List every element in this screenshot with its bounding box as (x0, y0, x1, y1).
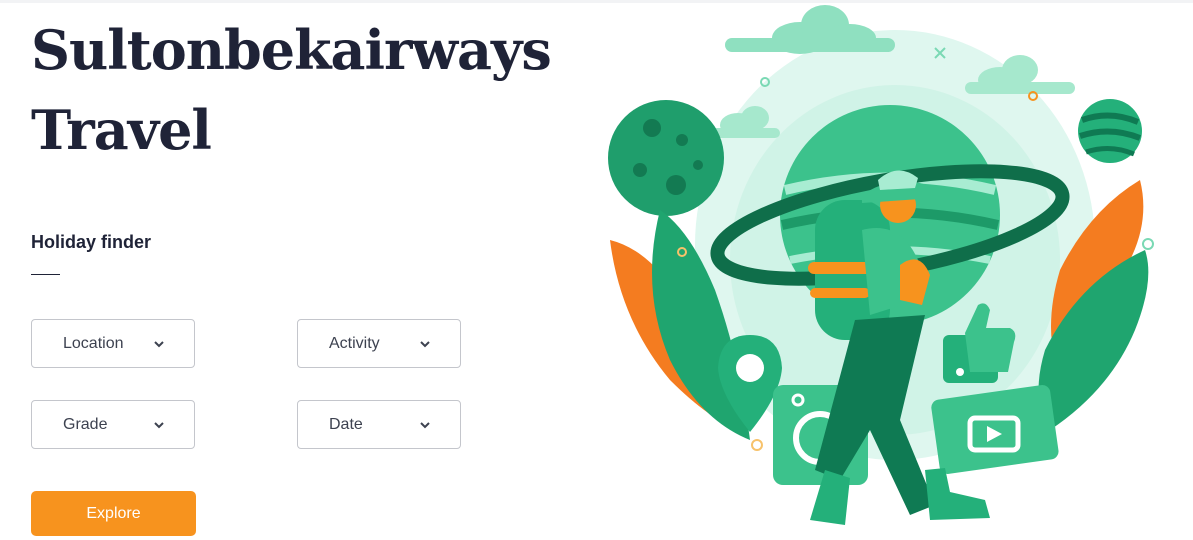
activity-select-label: Activity (329, 334, 380, 352)
date-select[interactable]: Date (297, 400, 461, 449)
cloud-icon (725, 5, 895, 54)
sparkle-icon (751, 439, 763, 451)
activity-select[interactable]: Activity (297, 319, 461, 368)
traveler-illustration (608, 5, 1154, 525)
chevron-down-icon (154, 421, 164, 428)
holiday-finder-heading: Holiday finder (31, 232, 152, 252)
chevron-down-icon (420, 340, 430, 347)
chevron-down-icon (420, 421, 430, 428)
moon-planet-icon (608, 100, 724, 216)
explore-button[interactable]: Explore (31, 491, 196, 536)
hero-title-line-1: Sultonbekairways (31, 18, 552, 82)
grade-select-label: Grade (63, 415, 108, 433)
hero-title-line-2: Travel (31, 98, 212, 162)
chevron-down-icon (154, 340, 164, 347)
location-select[interactable]: Location (31, 319, 195, 368)
page: Sultonbekairways Travel Holiday finder L… (0, 0, 1193, 540)
location-select-label: Location (63, 334, 124, 352)
hero-title: Sultonbekairways Travel (31, 10, 552, 170)
sparkle-icon (1142, 238, 1154, 250)
date-select-label: Date (329, 415, 363, 433)
striped-planet-icon (1078, 99, 1142, 163)
grade-select[interactable]: Grade (31, 400, 195, 449)
heading-underline (31, 274, 60, 275)
